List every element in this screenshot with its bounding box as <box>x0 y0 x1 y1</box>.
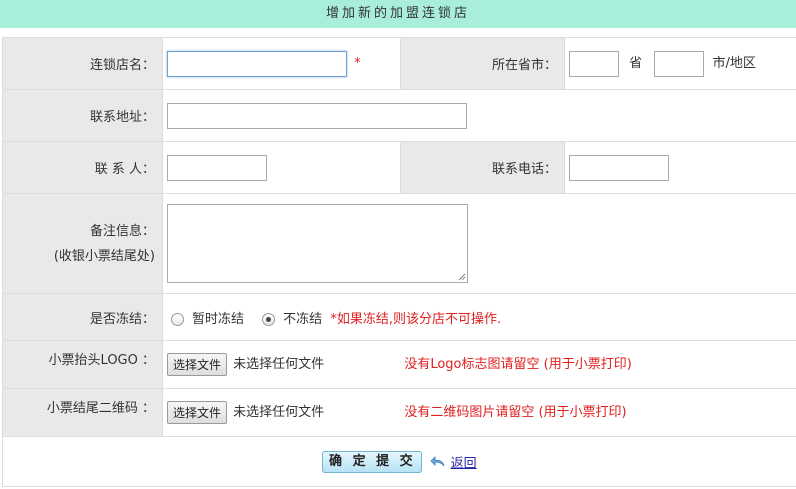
province-label: 所在省市： <box>400 37 565 90</box>
province-unit: 省 <box>629 56 643 71</box>
phone-input[interactable] <box>569 154 669 181</box>
back-arrow-icon[interactable] <box>430 455 446 468</box>
city-unit: 市/地区 <box>712 56 756 71</box>
submit-button[interactable]: 确 定 提 交 <box>322 450 423 473</box>
store-name-label: 连锁店名： <box>2 37 163 90</box>
radio-temp-freeze[interactable] <box>171 312 184 326</box>
freeze-label: 是否冻结： <box>2 293 163 341</box>
row-contact: 联 系 人： 联系电话： <box>2 141 796 194</box>
freeze-note: *如果冻结,则该分店不可操作. <box>330 311 502 327</box>
row-logo: 小票抬头LOGO ： 选择文件 未选择任何文件 没有Logo标志图请留空 (用于… <box>2 340 796 389</box>
qrcode-hint: 没有二维码图片请留空 (用于小票打印) <box>404 405 627 420</box>
province-input[interactable] <box>569 50 619 77</box>
row-freeze: 是否冻结： 暂时冻结 不冻结 *如果冻结,则该分店不可操作. <box>2 293 796 341</box>
remark-textarea[interactable] <box>167 204 468 283</box>
address-label: 联系地址： <box>2 89 163 142</box>
radio-temp-freeze-label: 暂时冻结 <box>192 311 245 327</box>
qrcode-file-status: 未选择任何文件 <box>233 405 325 420</box>
contact-input[interactable] <box>167 154 267 181</box>
back-link[interactable]: 返回 <box>451 456 477 471</box>
radio-no-freeze-label: 不冻结 <box>283 311 323 327</box>
radio-no-freeze[interactable] <box>262 312 276 326</box>
city-input[interactable] <box>654 50 705 77</box>
logo-hint: 没有Logo标志图请留空 (用于小票打印) <box>404 357 632 372</box>
contact-label: 联 系 人： <box>2 141 163 194</box>
phone-label: 联系电话： <box>400 141 565 194</box>
row-remark: 备注信息： (收银小票结尾处) <box>2 193 796 294</box>
qrcode-label: 小票结尾二维码 ： <box>2 388 163 437</box>
store-name-input[interactable] <box>167 50 347 77</box>
remark-sublabel: (收银小票结尾处) <box>53 248 155 264</box>
add-store-form: 连锁店名： * 所在省市： 省 市/地区 联系地址： 联 系 人： 联系电话： … <box>2 37 796 487</box>
logo-label: 小票抬头LOGO ： <box>2 340 163 389</box>
required-mark: * <box>354 56 361 71</box>
logo-choose-file-button[interactable]: 选择文件 <box>167 353 228 376</box>
logo-file-status: 未选择任何文件 <box>233 357 325 372</box>
row-address: 联系地址： <box>2 89 796 142</box>
row-actions: 确 定 提 交 返回 <box>2 436 796 487</box>
row-qrcode: 小票结尾二维码 ： 选择文件 未选择任何文件 没有二维码图片请留空 (用于小票打… <box>2 388 796 437</box>
row-store-name: 连锁店名： * 所在省市： 省 市/地区 <box>2 37 796 90</box>
qrcode-choose-file-button[interactable]: 选择文件 <box>167 401 228 424</box>
resize-grip-icon[interactable] <box>458 273 466 281</box>
page-title: 增加新的加盟连锁店 <box>0 0 796 28</box>
remark-label: 备注信息： <box>89 223 155 239</box>
address-input[interactable] <box>167 102 467 129</box>
